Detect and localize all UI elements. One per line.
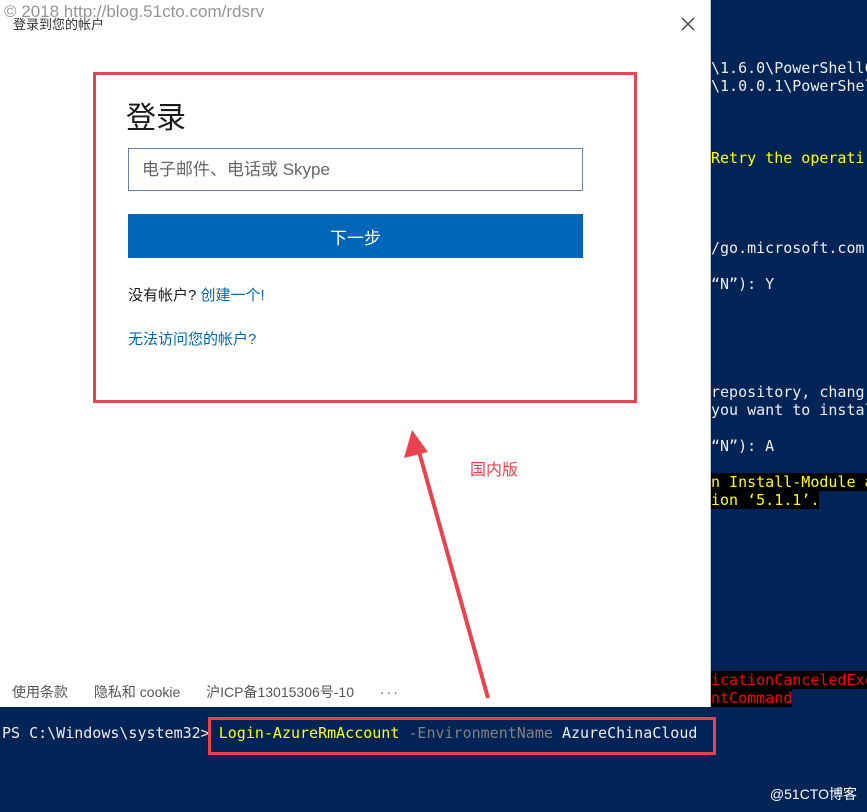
- console-line: \1.6.0\PowerShellC: [711, 59, 867, 77]
- more-options-icon[interactable]: ···: [380, 684, 400, 700]
- signin-heading: 登录: [126, 102, 186, 135]
- no-account-text: 没有帐户?: [128, 287, 197, 304]
- dialog-titlebar: 登录到您的帐户 © 2018 http://blog.51cto.com/rds…: [0, 0, 710, 40]
- console-line: Retry the operati: [711, 149, 865, 167]
- email-phone-skype-input[interactable]: [128, 148, 583, 191]
- console-line: /go.microsoft.com: [711, 239, 865, 257]
- cant-access-account-link[interactable]: 无法访问您的帐户?: [128, 328, 256, 349]
- console-line: n Install-Module a: [711, 473, 867, 491]
- console-line: ntCommand: [711, 689, 793, 707]
- watermark-top: © 2018 http://blog.51cto.com/rdsrv: [4, 2, 265, 21]
- close-icon: [681, 17, 695, 31]
- signin-dialog: 登录到您的帐户 © 2018 http://blog.51cto.com/rds…: [0, 0, 711, 707]
- console-line: ion ‘5.1.1’.: [711, 491, 820, 509]
- no-account-line: 没有帐户? 创建一个!: [128, 284, 265, 305]
- annotation-label: 国内版: [470, 462, 519, 479]
- close-button[interactable]: [676, 12, 700, 36]
- console-line: icationCanceledExc: [711, 671, 867, 689]
- create-account-link[interactable]: 创建一个!: [201, 287, 265, 304]
- privacy-cookie-link[interactable]: 隐私和 cookie: [94, 684, 180, 700]
- terms-link[interactable]: 使用条款: [12, 684, 68, 700]
- watermark-bottom: @51CTO博客: [769, 786, 857, 802]
- console-line: you want to instal: [711, 401, 867, 419]
- console-line: repository, chang: [711, 383, 865, 401]
- icp-link[interactable]: 沪ICP备13015306号-10: [206, 684, 354, 700]
- prompt-text: PS C:\Windows\system32>: [2, 724, 210, 742]
- next-button[interactable]: 下一步: [128, 214, 583, 258]
- console-line: \1.0.0.1\PowerShel: [711, 77, 867, 95]
- console-line: “N”): A: [711, 437, 775, 455]
- command-highlight-box: [208, 717, 716, 755]
- dialog-footer: 使用条款 隐私和 cookie 沪ICP备13015306号-10 ···: [12, 682, 422, 702]
- console-line: “N”): Y: [711, 275, 775, 293]
